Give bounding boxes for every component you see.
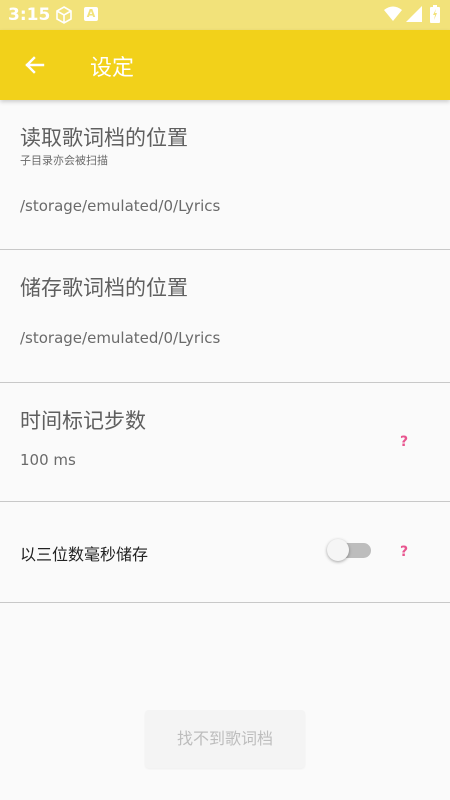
time-step-setting[interactable]: 时间标记步数 100 ms bbox=[0, 383, 450, 501]
read-location-value: /storage/emulated/0/Lyrics bbox=[20, 197, 221, 215]
status-bar: 3:15 A bbox=[0, 0, 450, 30]
save-location-title: 储存歌词档的位置 bbox=[20, 276, 188, 300]
app-bar: 设定 bbox=[0, 30, 450, 100]
page-title: 设定 bbox=[90, 56, 135, 81]
save-location-value: /storage/emulated/0/Lyrics bbox=[20, 329, 221, 347]
read-location-setting[interactable]: 读取歌词档的位置 子目录亦会被扫描 /storage/emulated/0/Ly… bbox=[0, 100, 450, 250]
time-step-help-icon[interactable]: ? bbox=[400, 434, 408, 450]
arrow-left-icon bbox=[25, 56, 45, 74]
millis-save-label: 以三位数毫秒储存 bbox=[20, 545, 149, 564]
back-button[interactable] bbox=[12, 42, 58, 88]
divider bbox=[0, 501, 450, 502]
time-step-value: 100 ms bbox=[20, 451, 76, 469]
toggle-thumb[interactable] bbox=[327, 539, 349, 561]
read-location-title: 读取歌词档的位置 bbox=[20, 126, 188, 150]
a-icon: A bbox=[84, 7, 98, 21]
signal-icon bbox=[406, 6, 422, 26]
time-step-title: 时间标记步数 bbox=[20, 409, 146, 433]
millis-save-help-icon[interactable]: ? bbox=[400, 544, 408, 560]
read-location-subtitle: 子目录亦会被扫描 bbox=[20, 154, 108, 167]
save-location-setting[interactable]: 储存歌词档的位置 /storage/emulated/0/Lyrics bbox=[0, 250, 450, 382]
battery-icon bbox=[430, 5, 440, 27]
divider bbox=[0, 602, 450, 603]
wifi-icon bbox=[384, 6, 402, 26]
cube-icon bbox=[55, 6, 73, 28]
status-time: 3:15 bbox=[8, 5, 51, 25]
lyrics-not-found-button[interactable]: 找不到歌词档 bbox=[145, 710, 305, 768]
